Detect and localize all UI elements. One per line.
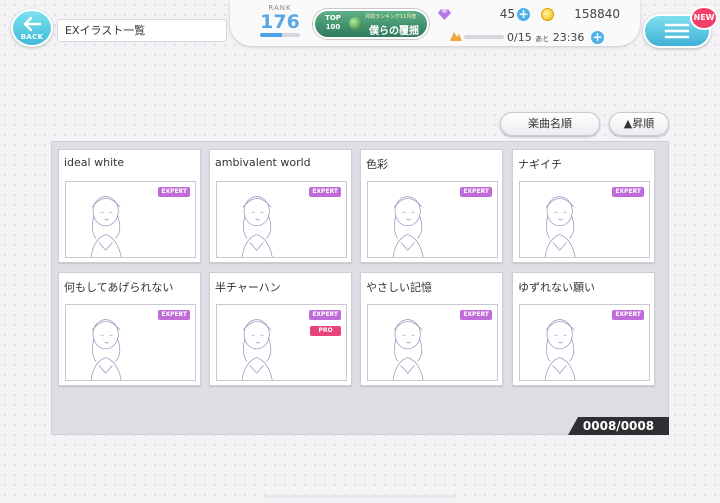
card-title: ゆずれない願い (518, 281, 595, 294)
illustration-thumbnail: EXPERT (519, 304, 650, 381)
back-button[interactable]: BACK (11, 9, 53, 47)
illustration-thumbnail: EXPERT (65, 181, 196, 258)
expert-badge: EXPERT (612, 187, 644, 197)
new-badge: NEW (690, 6, 718, 30)
stamina-value: 0/15 (507, 31, 532, 44)
gem-icon (438, 9, 451, 20)
expert-badge: EXPERT (612, 310, 644, 320)
illustration-thumbnail: EXPERT (216, 181, 347, 258)
card-title: 何もしてあげられない (64, 281, 174, 294)
home-indicator (265, 495, 455, 498)
stamina-icon (450, 32, 462, 41)
illustration-thumbnail: EXPERT PRO (216, 304, 347, 381)
card-title: やさしい記憶 (366, 281, 432, 294)
expert-badge: EXPERT (309, 310, 341, 320)
illustration-card[interactable]: ゆずれない願い EXPERT (512, 272, 655, 386)
illustration-card[interactable]: 何もしてあげられない EXPERT (58, 272, 201, 386)
illustration-card[interactable]: ideal white EXPERT (58, 149, 201, 263)
page-title: EXイラスト一覧 (57, 19, 227, 42)
back-arrow-icon (23, 16, 42, 31)
illustration-thumbnail: EXPERT (519, 181, 650, 258)
card-title: ambivalent world (215, 156, 311, 169)
illustration-card[interactable]: やさしい記憶 EXPERT (360, 272, 503, 386)
event-orb-icon (349, 17, 362, 30)
card-title: 半チャーハン (215, 281, 281, 294)
expert-badge: EXPERT (460, 187, 492, 197)
add-gems-icon[interactable]: + (517, 8, 530, 21)
back-label: BACK (20, 32, 44, 41)
illustration-card[interactable]: 半チャーハン EXPERT PRO (209, 272, 352, 386)
illustration-thumbnail: EXPERT (65, 304, 196, 381)
expert-badge: EXPERT (460, 310, 492, 320)
expert-badge: EXPERT (158, 187, 190, 197)
stamina-bar (464, 35, 504, 39)
event-name: 僕らの覆揺 (369, 26, 419, 37)
add-stamina-icon[interactable]: + (591, 31, 604, 44)
expert-badge: EXPERT (309, 187, 341, 197)
card-title: ナギイチ (518, 158, 562, 171)
sort-by-song-name-button[interactable]: 楽曲名順 (500, 112, 600, 136)
rank-value: 176 (260, 11, 300, 33)
top100-badge: TOP 100 (325, 14, 341, 31)
illustration-card[interactable]: ナギイチ EXPERT (512, 149, 655, 263)
rank-progress-fill (260, 33, 282, 37)
event-ranking-banner[interactable]: TOP 100 月間ランキング11月度 僕らの覆揺 (313, 9, 429, 39)
hamburger-icon (664, 23, 690, 39)
pro-badge: PRO (310, 326, 341, 336)
illustration-card[interactable]: ambivalent world EXPERT (209, 149, 352, 263)
card-title: 色彩 (366, 158, 388, 171)
sort-order-button[interactable]: ▲昇順 (609, 112, 669, 136)
expert-badge: EXPERT (158, 310, 190, 320)
item-counter: 0008/0008 (568, 417, 669, 435)
stamina-time: 23:36 (552, 31, 585, 44)
card-title: ideal white (64, 156, 125, 169)
event-subtitle: 月間ランキング11月度 (365, 14, 417, 20)
rank-display: RANK 176 (258, 4, 302, 42)
rank-progress-bar (260, 33, 300, 37)
stamina-time-prefix: あと (535, 35, 550, 43)
coin-count: 158840 (574, 7, 620, 21)
illustration-thumbnail: EXPERT (367, 304, 498, 381)
illustration-grid: ideal white EXPERT ambivalent world EXPERT 色… (51, 141, 669, 435)
illustration-card[interactable]: 色彩 EXPERT (360, 149, 503, 263)
illustration-thumbnail: EXPERT (367, 181, 498, 258)
stamina-text: 0/15 あと 23:36 (507, 31, 584, 44)
coin-icon (541, 8, 554, 21)
gem-count: 45 (499, 7, 515, 21)
